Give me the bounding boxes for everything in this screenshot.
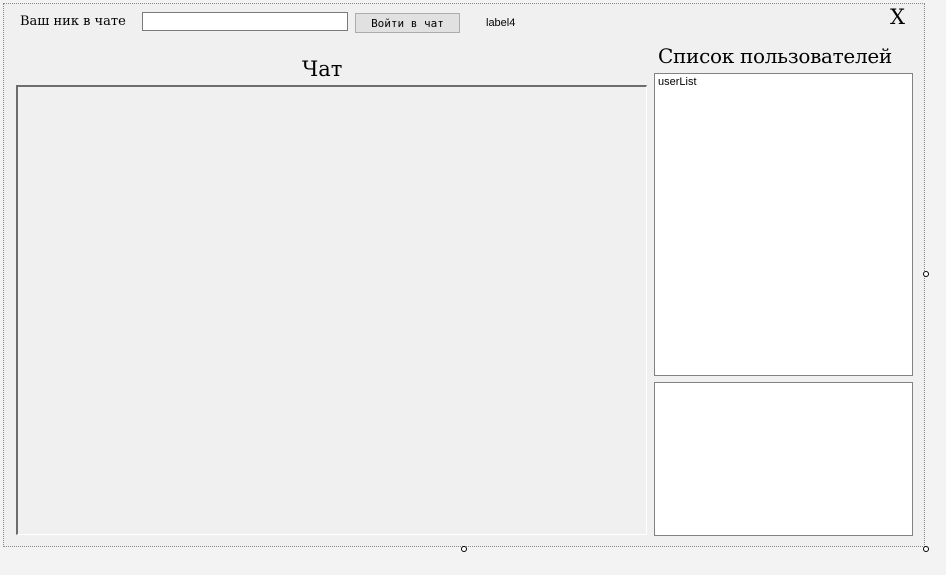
chat-messages-panel[interactable] <box>16 85 647 535</box>
nickname-label: Ваш ник в чате <box>20 14 126 29</box>
status-label: label4 <box>486 17 516 29</box>
resize-handle-bottom[interactable] <box>461 546 467 552</box>
user-list[interactable]: userList <box>654 73 913 376</box>
chat-title: Чат <box>302 57 343 81</box>
nickname-input[interactable] <box>142 12 348 31</box>
login-button[interactable]: Войти в чат <box>355 13 460 33</box>
list-item[interactable]: userList <box>658 76 909 88</box>
resize-handle-corner[interactable] <box>923 546 929 552</box>
user-list-title: Список пользователей <box>658 44 892 68</box>
resize-handle-right[interactable] <box>923 271 929 277</box>
message-input-box[interactable] <box>654 382 913 536</box>
close-button[interactable]: X <box>890 5 905 29</box>
